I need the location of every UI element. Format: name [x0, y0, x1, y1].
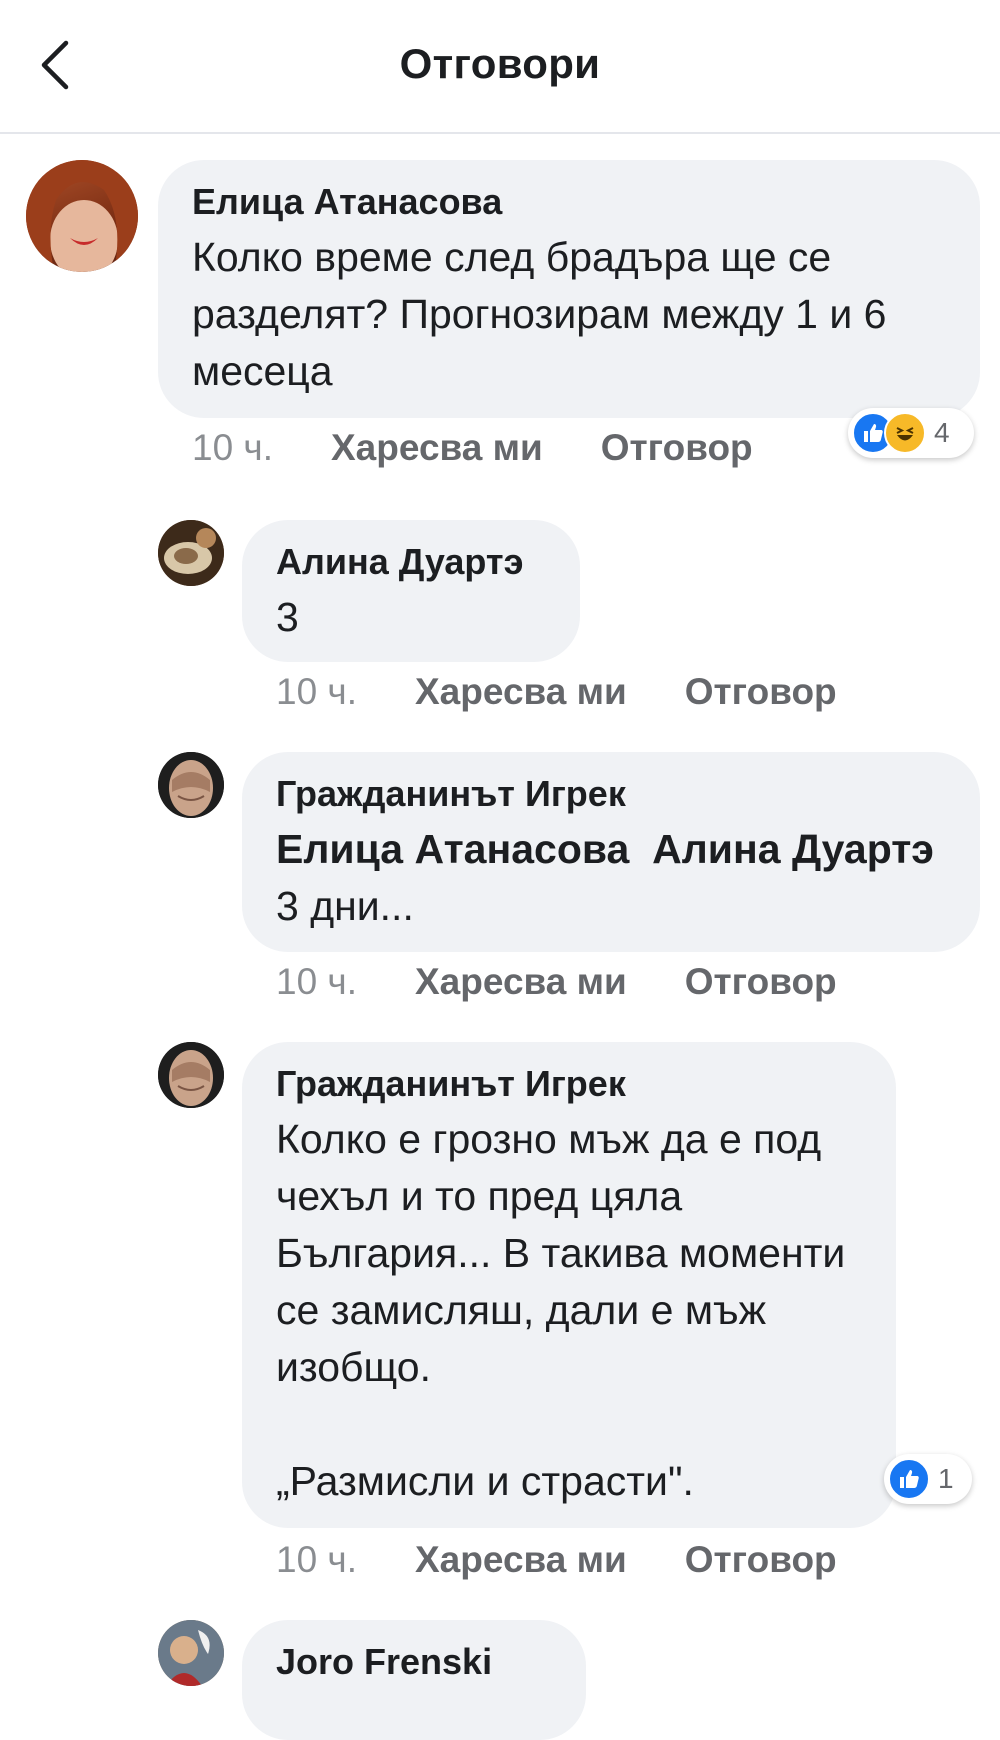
comment-text: „Размисли и страсти". — [276, 1458, 694, 1504]
like-button[interactable]: Харесва ми — [415, 960, 627, 1004]
comment-actions: 10 ч. Харесва ми Отговор — [192, 426, 753, 470]
comment-author[interactable]: Алина Дуартэ — [276, 540, 548, 584]
comment-author[interactable]: Гражданинът Игрек — [276, 772, 948, 816]
like-button[interactable]: Харесва ми — [415, 670, 627, 714]
avatar[interactable] — [158, 1042, 224, 1108]
reaction-summary[interactable]: 4 — [848, 408, 974, 458]
comment-author[interactable]: Гражданинът Игрек — [276, 1062, 866, 1106]
timestamp: 10 ч. — [192, 427, 273, 468]
reply-button[interactable]: Отговор — [685, 1538, 837, 1582]
top-bar: Отговори — [0, 0, 1000, 134]
timestamp: 10 ч. — [276, 961, 357, 1002]
reaction-count: 1 — [938, 1463, 954, 1494]
comment-text: Колко е грозно мъж да е под чехъл и то п… — [276, 1116, 846, 1390]
comment-actions: 10 ч. Харесва ми Отговор — [276, 1538, 837, 1582]
mention-link[interactable]: Елица Атанасова — [276, 826, 629, 872]
comment-actions: 10 ч. Харесва ми Отговор — [276, 670, 837, 714]
avatar[interactable] — [158, 752, 224, 818]
avatar[interactable] — [158, 1620, 224, 1686]
comment-author[interactable]: Елица Атанасова — [192, 180, 948, 224]
like-button[interactable]: Харесва ми — [331, 426, 543, 470]
comment-text: 3 — [276, 594, 299, 640]
comment-text-part: 3 дни... — [276, 883, 414, 929]
comment-bubble[interactable]: Алина Дуартэ 3 — [242, 520, 580, 662]
comment-text: Елица Атанасова Алина Дуартэ 3 дни... — [276, 821, 948, 935]
reaction-summary[interactable]: 1 — [884, 1454, 972, 1504]
mention-link[interactable]: Алина Дуартэ — [652, 826, 934, 872]
reply-button[interactable]: Отговор — [685, 670, 837, 714]
comment-bubble[interactable]: Гражданинът Игрек Елица Атанасова Алина … — [242, 752, 980, 952]
comment-bubble[interactable]: Елица Атанасова Колко време след брадъра… — [158, 160, 980, 418]
reaction-count: 4 — [934, 417, 950, 448]
reply-button[interactable]: Отговор — [601, 426, 753, 470]
comment-bubble[interactable]: Joro Frenski — [242, 1620, 586, 1740]
haha-icon — [884, 412, 926, 454]
reply-button[interactable]: Отговор — [685, 960, 837, 1004]
avatar[interactable] — [158, 520, 224, 586]
like-icon — [888, 1458, 930, 1500]
avatar[interactable] — [26, 160, 138, 272]
like-button[interactable]: Харесва ми — [415, 1538, 627, 1582]
timestamp: 10 ч. — [276, 671, 357, 712]
comment-author[interactable]: Joro Frenski — [276, 1640, 554, 1684]
timestamp: 10 ч. — [276, 1539, 357, 1580]
page-title: Отговори — [399, 40, 601, 87]
comment-bubble[interactable]: Гражданинът Игрек Колко е грозно мъж да … — [242, 1042, 896, 1528]
comment-text: Колко време след брадъра ще се разделят?… — [192, 234, 887, 394]
comment-actions: 10 ч. Харесва ми Отговор — [276, 960, 837, 1004]
